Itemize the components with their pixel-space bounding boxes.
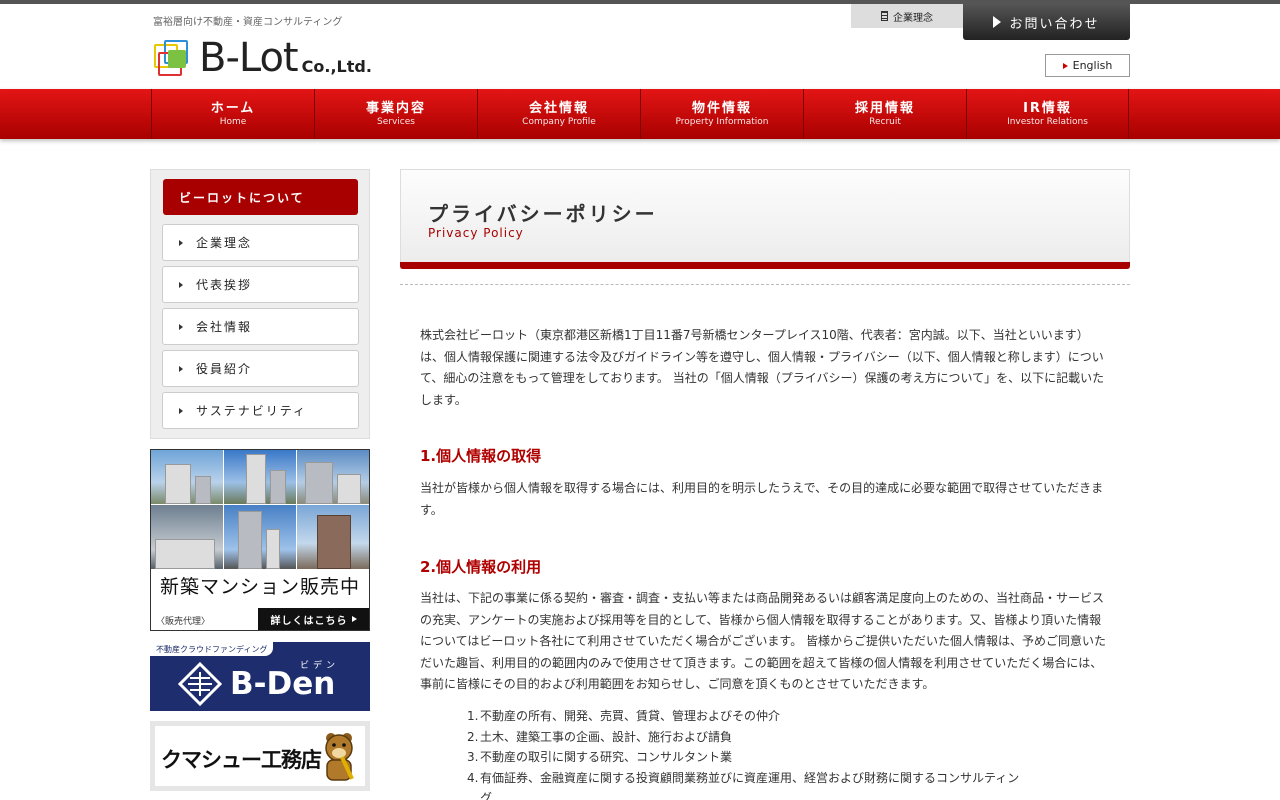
list-number: 3. xyxy=(467,750,479,764)
sidebar-item-philosophy[interactable]: 企業理念 xyxy=(162,224,359,261)
intro-paragraph: 株式会社ビーロット（東京都港区新橋1丁目11番7号新橋センタープレイス10階、代… xyxy=(420,328,1105,407)
list-text: 不動産の所有、開発、売買、賃貸、管理およびその仲介 xyxy=(480,709,781,723)
bden-banner[interactable]: 不動産クラウドファンディング ビデン B-Den xyxy=(150,642,370,711)
list-item: 1. 不動産の所有、開発、売買、賃貸、管理およびその仲介 xyxy=(467,706,1027,727)
arrow-right-icon xyxy=(179,281,183,288)
nav-label: 採用情報 xyxy=(854,100,915,116)
contact-button[interactable]: お問い合わせ xyxy=(963,4,1130,40)
building-photo xyxy=(224,450,296,504)
sidebar-item-officers[interactable]: 役員紹介 xyxy=(162,350,359,387)
list-number: 1. xyxy=(467,709,479,723)
global-nav: ホーム Home 事業内容 Services 会社情報 Company Prof… xyxy=(0,89,1280,139)
divider xyxy=(400,284,1130,285)
arrow-right-icon xyxy=(179,323,183,330)
nav-label: 会社情報 xyxy=(528,100,589,116)
logo-text: B-Lot xyxy=(199,35,299,81)
nav-item-property[interactable]: 物件情報 Property Information xyxy=(640,89,803,139)
page-title-box: プライバシーポリシー Privacy Policy xyxy=(400,169,1130,269)
sidebar-item-label: サステナビリティ xyxy=(196,404,308,418)
nav-item-services[interactable]: 事業内容 Services xyxy=(314,89,477,139)
logo-sub: Co.,Ltd. xyxy=(301,57,372,76)
sidebar-item-label: 役員紹介 xyxy=(196,362,253,376)
mansion-agent: 〈販売代理〉 xyxy=(156,617,211,627)
play-icon xyxy=(351,616,357,622)
list-number: 2. xyxy=(467,729,479,744)
page-title: プライバシーポリシー xyxy=(428,202,658,226)
page-subtitle: Privacy Policy xyxy=(428,226,524,240)
nav-item-recruit[interactable]: 採用情報 Recruit xyxy=(803,89,966,139)
mansion-title: 新築マンション販売中 xyxy=(159,576,360,598)
building-photo xyxy=(297,450,369,504)
play-icon xyxy=(993,16,1002,28)
arrow-right-icon xyxy=(179,365,183,372)
building-photo xyxy=(297,505,369,569)
english-button[interactable]: English xyxy=(1045,54,1130,77)
sidebar-item-company[interactable]: 会社情報 xyxy=(162,308,359,345)
nav-sublabel: Services xyxy=(377,116,415,127)
building-photo xyxy=(151,505,223,569)
nav-sublabel: Home xyxy=(219,116,247,127)
sidebar-heading: ビーロットについて xyxy=(163,179,358,215)
mansion-more-button[interactable]: 詳しくはこちら xyxy=(258,608,369,630)
arrow-right-icon xyxy=(1062,62,1068,69)
mansion-more-label: 詳しくはこちら xyxy=(270,615,348,627)
list-item: 4. 有価証券、金融資産に関する投資顧問業務並びに資産運用、経営および財務に関する… xyxy=(467,768,1027,800)
building-photo xyxy=(151,450,223,504)
bden-logo-icon xyxy=(178,662,222,706)
building-photo xyxy=(224,505,296,569)
kumashu-text: クマシュー工務店 xyxy=(161,748,322,772)
sidebar-item-label: 企業理念 xyxy=(196,236,253,250)
list-item: 2. 土木、建築工事の企画、設計、施行および請負 xyxy=(467,727,1027,748)
philosophy-button[interactable]: 企業理念 xyxy=(851,4,963,28)
contact-label: お問い合わせ xyxy=(1009,16,1100,32)
philosophy-label: 企業理念 xyxy=(893,12,933,24)
nav-label: 事業内容 xyxy=(365,100,426,116)
list-item: 3. 不動産の取引に関する研究、コンサルタント業 xyxy=(467,747,1027,768)
bear-mascot-icon xyxy=(325,733,354,781)
tagline: 富裕層向け不動産・資産コンサルティング xyxy=(153,17,343,28)
sidebar: ビーロットについて 企業理念 代表挨拶 会社情報 役員紹介 サステナビリティ xyxy=(150,169,370,439)
list-text: 土木、建築工事の企画、設計、施行および請負 xyxy=(480,729,733,744)
title-underline xyxy=(400,262,1130,269)
bden-tagline: 不動産クラウドファンディング xyxy=(150,642,274,656)
kumashu-banner[interactable]: クマシュー工務店 xyxy=(150,721,370,791)
list-text: 有価証券、金融資産に関する投資顧問業務並びに資産運用、経営および財務に関するコン… xyxy=(480,770,1020,800)
nav-sublabel: Recruit xyxy=(869,116,901,127)
section-body: 当社は、下記の事業に係る契約・審査・調査・支払い等または商品開発あるいは顧客満足… xyxy=(420,591,1107,691)
logo-mark-icon xyxy=(152,40,196,78)
nav-label: ホーム xyxy=(210,100,256,116)
logo[interactable]: B-Lot Co.,Ltd. xyxy=(152,36,372,78)
arrow-right-icon xyxy=(179,239,183,246)
document-icon xyxy=(881,11,888,21)
nav-item-home[interactable]: ホーム Home xyxy=(151,89,314,139)
nav-item-ir[interactable]: IR情報 Investor Relations xyxy=(966,89,1129,139)
sidebar-item-label: 代表挨拶 xyxy=(196,278,253,292)
mansion-banner[interactable]: 新築マンション販売中 〈販売代理〉 詳しくはこちら xyxy=(150,449,370,631)
sidebar-item-label: 会社情報 xyxy=(196,320,253,334)
section-heading: 1.個人情報の取得 xyxy=(420,447,542,465)
sidebar-item-message[interactable]: 代表挨拶 xyxy=(162,266,359,303)
section-body: 当社が皆様から個人情報を取得する場合には、利用目的を明示したうえで、その目的達成… xyxy=(420,481,1104,517)
nav-label: 物件情報 xyxy=(691,100,752,116)
list-text: 不動産の取引に関する研究、コンサルタント業 xyxy=(480,750,733,764)
section-heading: 2.個人情報の利用 xyxy=(420,558,542,576)
sidebar-item-sustainability[interactable]: サステナビリティ xyxy=(162,392,359,429)
bden-logo-text: B-Den xyxy=(230,666,336,702)
arrow-right-icon xyxy=(179,407,183,414)
list-number: 4. xyxy=(467,770,479,785)
nav-item-company-profile[interactable]: 会社情報 Company Profile xyxy=(477,89,640,139)
building-photos xyxy=(151,450,369,569)
nav-sublabel: Investor Relations xyxy=(1007,116,1088,127)
nav-sublabel: Property Information xyxy=(675,116,769,127)
nav-sublabel: Company Profile xyxy=(522,116,596,127)
nav-label: IR情報 xyxy=(1023,100,1072,116)
business-list: 1. 不動産の所有、開発、売買、賃貸、管理およびその仲介 2. 土木、建築工事の企画… xyxy=(467,706,1027,800)
english-label: English xyxy=(1072,59,1113,72)
